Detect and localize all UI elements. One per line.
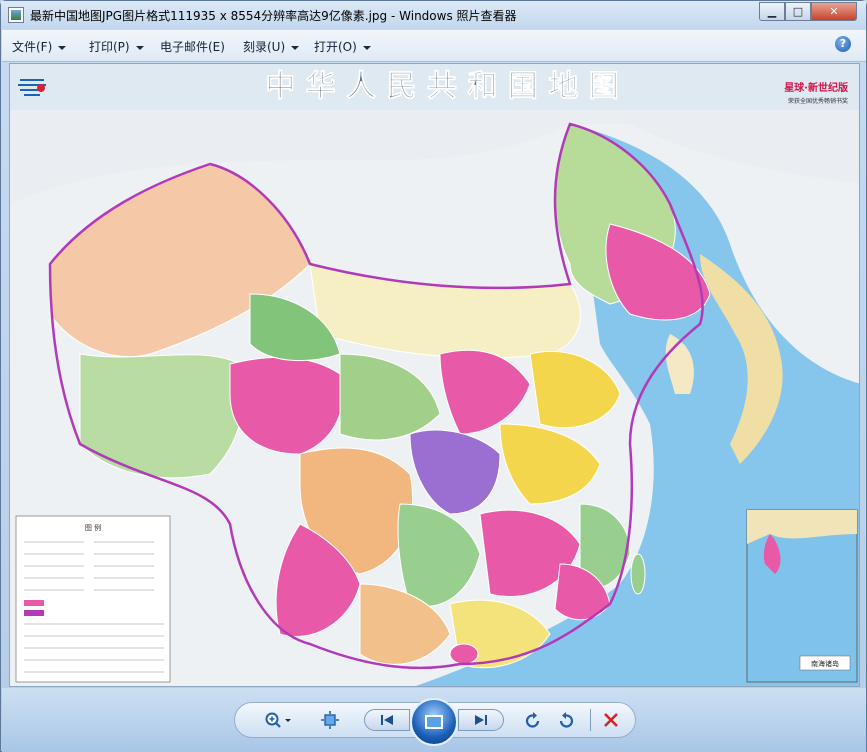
previous-icon[interactable]: [364, 709, 410, 731]
help-icon[interactable]: ?: [835, 36, 851, 52]
navigation-group: [364, 706, 504, 734]
menu-burn[interactable]: 刻录(U): [243, 38, 299, 55]
slideshow-icon[interactable]: [410, 698, 458, 746]
chevron-down-icon: [136, 46, 144, 50]
photo-viewer-window: 最新中国地图JPG图片格式111935 x 8554分辨率高达9亿像素.jpg …: [0, 0, 867, 752]
menu-bar: 文件(F) 打印(P) 电子邮件(E) 刻录(U) 打开(O) ?: [2, 30, 866, 62]
next-icon[interactable]: [458, 709, 504, 731]
toolbar-separator: [590, 709, 591, 731]
bottom-toolbar: [2, 688, 866, 752]
delete-icon[interactable]: [600, 709, 622, 731]
map-title: 中 华 人 民 共 和 国 地 图: [265, 69, 619, 104]
menu-print-label: 打印(P): [89, 40, 130, 54]
map-publisher: 星球·新世纪版: [784, 81, 848, 94]
image-viewport[interactable]: 中 华 人 民 共 和 国 地 图 星球·新世纪版 荣获全国优秀畅销书奖: [9, 63, 860, 687]
window-title: 最新中国地图JPG图片格式111935 x 8554分辨率高达9亿像素.jpg …: [30, 7, 517, 24]
rotate-clockwise-icon[interactable]: [555, 709, 577, 731]
menu-file-label: 文件(F): [12, 40, 52, 54]
map-inset-title: 南海诸岛: [811, 659, 839, 668]
map-legend: [16, 516, 170, 682]
close-button[interactable]: ✕: [811, 2, 857, 21]
china-map-image: 中 华 人 民 共 和 国 地 图 星球·新世纪版 荣获全国优秀畅销书奖: [10, 64, 860, 687]
map-publisher-sub: 荣获全国优秀畅销书奖: [788, 97, 848, 105]
menu-open[interactable]: 打开(O): [314, 38, 371, 55]
minimize-button[interactable]: ▁: [759, 2, 785, 21]
title-bar[interactable]: 最新中国地图JPG图片格式111935 x 8554分辨率高达9亿像素.jpg …: [1, 1, 866, 29]
chevron-down-icon: [58, 46, 66, 50]
actual-size-icon[interactable]: [318, 709, 342, 731]
menu-print[interactable]: 打印(P): [89, 38, 144, 55]
menu-email[interactable]: 电子邮件(E): [160, 38, 225, 55]
menu-file[interactable]: 文件(F): [12, 38, 66, 55]
zoom-icon[interactable]: [260, 709, 296, 731]
chevron-down-icon: [363, 46, 371, 50]
chevron-down-icon: [291, 46, 299, 50]
maximize-button[interactable]: □: [785, 2, 811, 21]
rotate-counterclockwise-icon[interactable]: [522, 709, 544, 731]
menu-email-label: 电子邮件(E): [160, 40, 225, 54]
menu-open-label: 打开(O): [314, 40, 357, 54]
menu-burn-label: 刻录(U): [243, 40, 285, 54]
map-legend-title: 图 例: [85, 523, 101, 532]
photo-viewer-app-icon[interactable]: [8, 7, 24, 23]
